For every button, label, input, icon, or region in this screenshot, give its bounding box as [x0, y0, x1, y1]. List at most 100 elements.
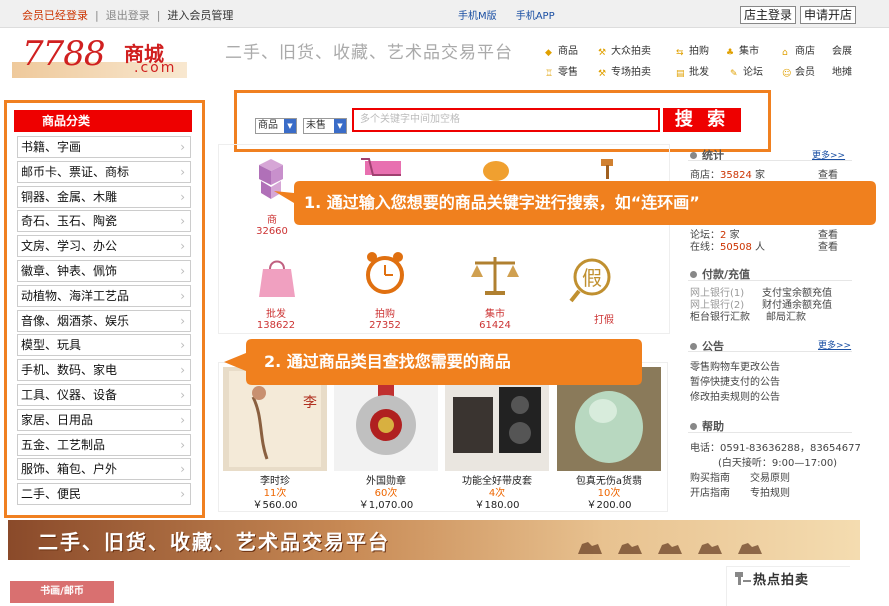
product-price: ￥180.00 — [474, 500, 520, 511]
category-item[interactable]: 音像、烟酒茶、娱乐 › — [17, 309, 191, 332]
nav-item-forum[interactable]: ✎ 论坛 — [730, 63, 763, 79]
wholesale-icon: ▤ — [676, 69, 685, 79]
nav-item-store[interactable]: ⌂ 商店 — [782, 42, 815, 58]
hot-auction-box: 热点拍卖 — [726, 566, 850, 606]
nav-item-wholesale[interactable]: ▤ 批发 — [676, 63, 709, 79]
shop-login-button[interactable]: 店主登录 — [740, 6, 797, 24]
category-item[interactable]: 文房、学习、办公 › — [17, 235, 191, 258]
category-item[interactable]: 邮币卡、票证、商标 › — [17, 160, 191, 183]
category-item-label: 服饰、箱包、户外 — [21, 462, 118, 477]
category-item[interactable]: 徽章、钟表、佩饰 › — [17, 260, 191, 282]
notice-item[interactable]: 暂停快捷支付的公告 — [690, 373, 780, 388]
help-link[interactable]: 开店指南 — [690, 484, 730, 499]
notice-item[interactable]: 修改拍卖规则的公告 — [690, 388, 780, 403]
search-status-select[interactable]: 未售 ▼ — [303, 118, 347, 134]
scale-icon[interactable] — [469, 253, 521, 300]
product-price: ￥560.00 — [252, 500, 298, 511]
category-item-label: 家居、日用品 — [21, 412, 94, 427]
grid-label-anti-fake[interactable]: 打假 — [559, 311, 649, 326]
counter-remit-link[interactable]: 柜台银行汇款 — [690, 308, 750, 323]
category-item[interactable]: 动植物、海洋工艺品 › — [17, 284, 191, 307]
category-item[interactable]: 书籍、字画 › — [17, 136, 191, 158]
category-item-label: 徽章、钟表、佩饰 — [21, 264, 118, 278]
nav-item-auction-buy[interactable]: ⇆ 拍购 — [676, 42, 709, 58]
anti-fake-icon[interactable]: 假 — [569, 257, 615, 306]
category-item-label: 五金、工艺制品 — [21, 437, 106, 452]
chevron-right-icon: › — [180, 288, 185, 303]
chevron-right-icon: › — [180, 239, 185, 254]
nav-item-expo[interactable]: 会展 — [832, 42, 852, 57]
mobile-web-link[interactable]: 手机M版 — [458, 11, 497, 22]
svg-text:假: 假 — [582, 266, 602, 290]
stats-online-row: 在线：50508 人 — [690, 242, 765, 253]
nav-item-market[interactable]: ♣ 集市 — [726, 42, 759, 58]
user-status: 会员已经登录 | 退出登录 | 进入会员管理 — [22, 9, 234, 22]
grid-label-wholesale[interactable]: 批发 — [231, 305, 321, 320]
chevron-right-icon: › — [180, 214, 185, 229]
nav-item-member[interactable]: ☺ 会员 — [782, 63, 815, 79]
nav-item-stall[interactable]: 地摊 — [832, 63, 852, 78]
chevron-down-icon: ▼ — [334, 119, 346, 133]
notice-more-link[interactable]: 更多>> — [818, 338, 851, 351]
help-link[interactable]: 购买指南 — [690, 469, 730, 484]
notice-item[interactable]: 零售购物车更改公告 — [690, 358, 780, 373]
logged-in-link[interactable]: 会员已经登录 — [22, 9, 88, 22]
apply-shop-button[interactable]: 申请开店 — [800, 6, 857, 24]
alarm-clock-icon[interactable] — [363, 249, 407, 300]
forum-icon: ✎ — [730, 69, 738, 79]
nav-item-special-auction[interactable]: ⚒ 专场拍卖 — [598, 63, 651, 79]
help-link[interactable]: 专拍规则 — [750, 484, 790, 499]
grid-label-auction-buy[interactable]: 拍购 — [340, 305, 430, 320]
category-item-label: 文房、学习、办公 — [21, 239, 118, 254]
hammer-icon — [735, 572, 751, 585]
chevron-right-icon: › — [180, 264, 185, 278]
store-icon: ⌂ — [782, 48, 788, 58]
help-link[interactable]: 交易原则 — [750, 469, 790, 484]
category-item-label: 书籍、字画 — [21, 140, 82, 154]
chevron-right-icon: › — [180, 140, 185, 154]
logout-link[interactable]: 退出登录 — [106, 9, 150, 22]
category-item[interactable]: 服饰、箱包、户外 › — [17, 458, 191, 481]
svg-text:李: 李 — [303, 395, 317, 411]
category-item[interactable]: 奇石、玉石、陶瓷 › — [17, 210, 191, 233]
grid-label-market[interactable]: 集市 — [450, 305, 540, 320]
chevron-right-icon: › — [180, 189, 185, 204]
hot-auction-title: 热点拍卖 — [753, 573, 810, 588]
header-slogan: 二手、旧货、收藏、艺术品交易平台 — [225, 43, 513, 63]
search-tip-callout: 1. 通过输入您想要的商品关键字进行搜索，如“连环画” — [270, 177, 878, 229]
bullet-icon — [690, 271, 697, 278]
nav-item-goods[interactable]: ◆ 商品 — [545, 42, 578, 58]
nav-item-public-auction[interactable]: ⚒ 大众拍卖 — [598, 42, 651, 58]
chevron-right-icon: › — [180, 462, 185, 477]
top-bar: 会员已经登录 | 退出登录 | 进入会员管理 手机M版 手机APP 店主登录 申… — [0, 0, 889, 28]
chevron-right-icon: › — [180, 363, 185, 378]
site-logo[interactable]: 7788 商城 .com — [12, 34, 187, 80]
hammer-icon: ⚒ — [598, 69, 607, 79]
category-item-label: 动植物、海洋工艺品 — [21, 288, 130, 303]
camel-caravan-icon — [578, 542, 762, 554]
category-item[interactable]: 工具、仪器、设备 › — [17, 384, 191, 406]
postal-remit-link[interactable]: 邮局汇款 — [766, 308, 806, 323]
mobile-app-link[interactable]: 手机APP — [516, 11, 555, 22]
product-price: ￥1,070.00 — [358, 500, 414, 511]
search-input[interactable]: 多个关键字中间加空格 — [352, 108, 660, 132]
grid-count-auction-buy: 27352 — [369, 320, 401, 331]
nav-item-retail[interactable]: ♖ 零售 — [545, 63, 578, 79]
category-item[interactable]: 五金、工艺制品 › — [17, 433, 191, 456]
mobile-links: 手机M版 手机APP — [458, 7, 555, 22]
stats-view-link[interactable]: 查看 — [818, 238, 838, 253]
category-item[interactable]: 手机、数码、家电 › — [17, 359, 191, 382]
wholesale-bag-icon[interactable] — [257, 255, 297, 302]
help-phone: 电话：0591-83636288，83654677 — [690, 443, 861, 454]
member-mgmt-link[interactable]: 进入会员管理 — [167, 9, 233, 22]
category-item[interactable]: 二手、便民 › — [17, 483, 191, 506]
bullet-icon — [690, 343, 697, 350]
category-item[interactable]: 模型、玩具 › — [17, 334, 191, 357]
tab-painting-stamps[interactable]: 书画/邮币 — [10, 581, 114, 603]
search-button[interactable]: 搜 索 — [663, 108, 741, 132]
bullet-icon — [690, 423, 697, 430]
logo-number: 7788 — [22, 34, 106, 74]
category-item[interactable]: 家居、日用品 › — [17, 408, 191, 431]
search-type-select[interactable]: 商品 ▼ — [255, 118, 297, 134]
category-item[interactable]: 铜器、金属、木雕 › — [17, 185, 191, 208]
